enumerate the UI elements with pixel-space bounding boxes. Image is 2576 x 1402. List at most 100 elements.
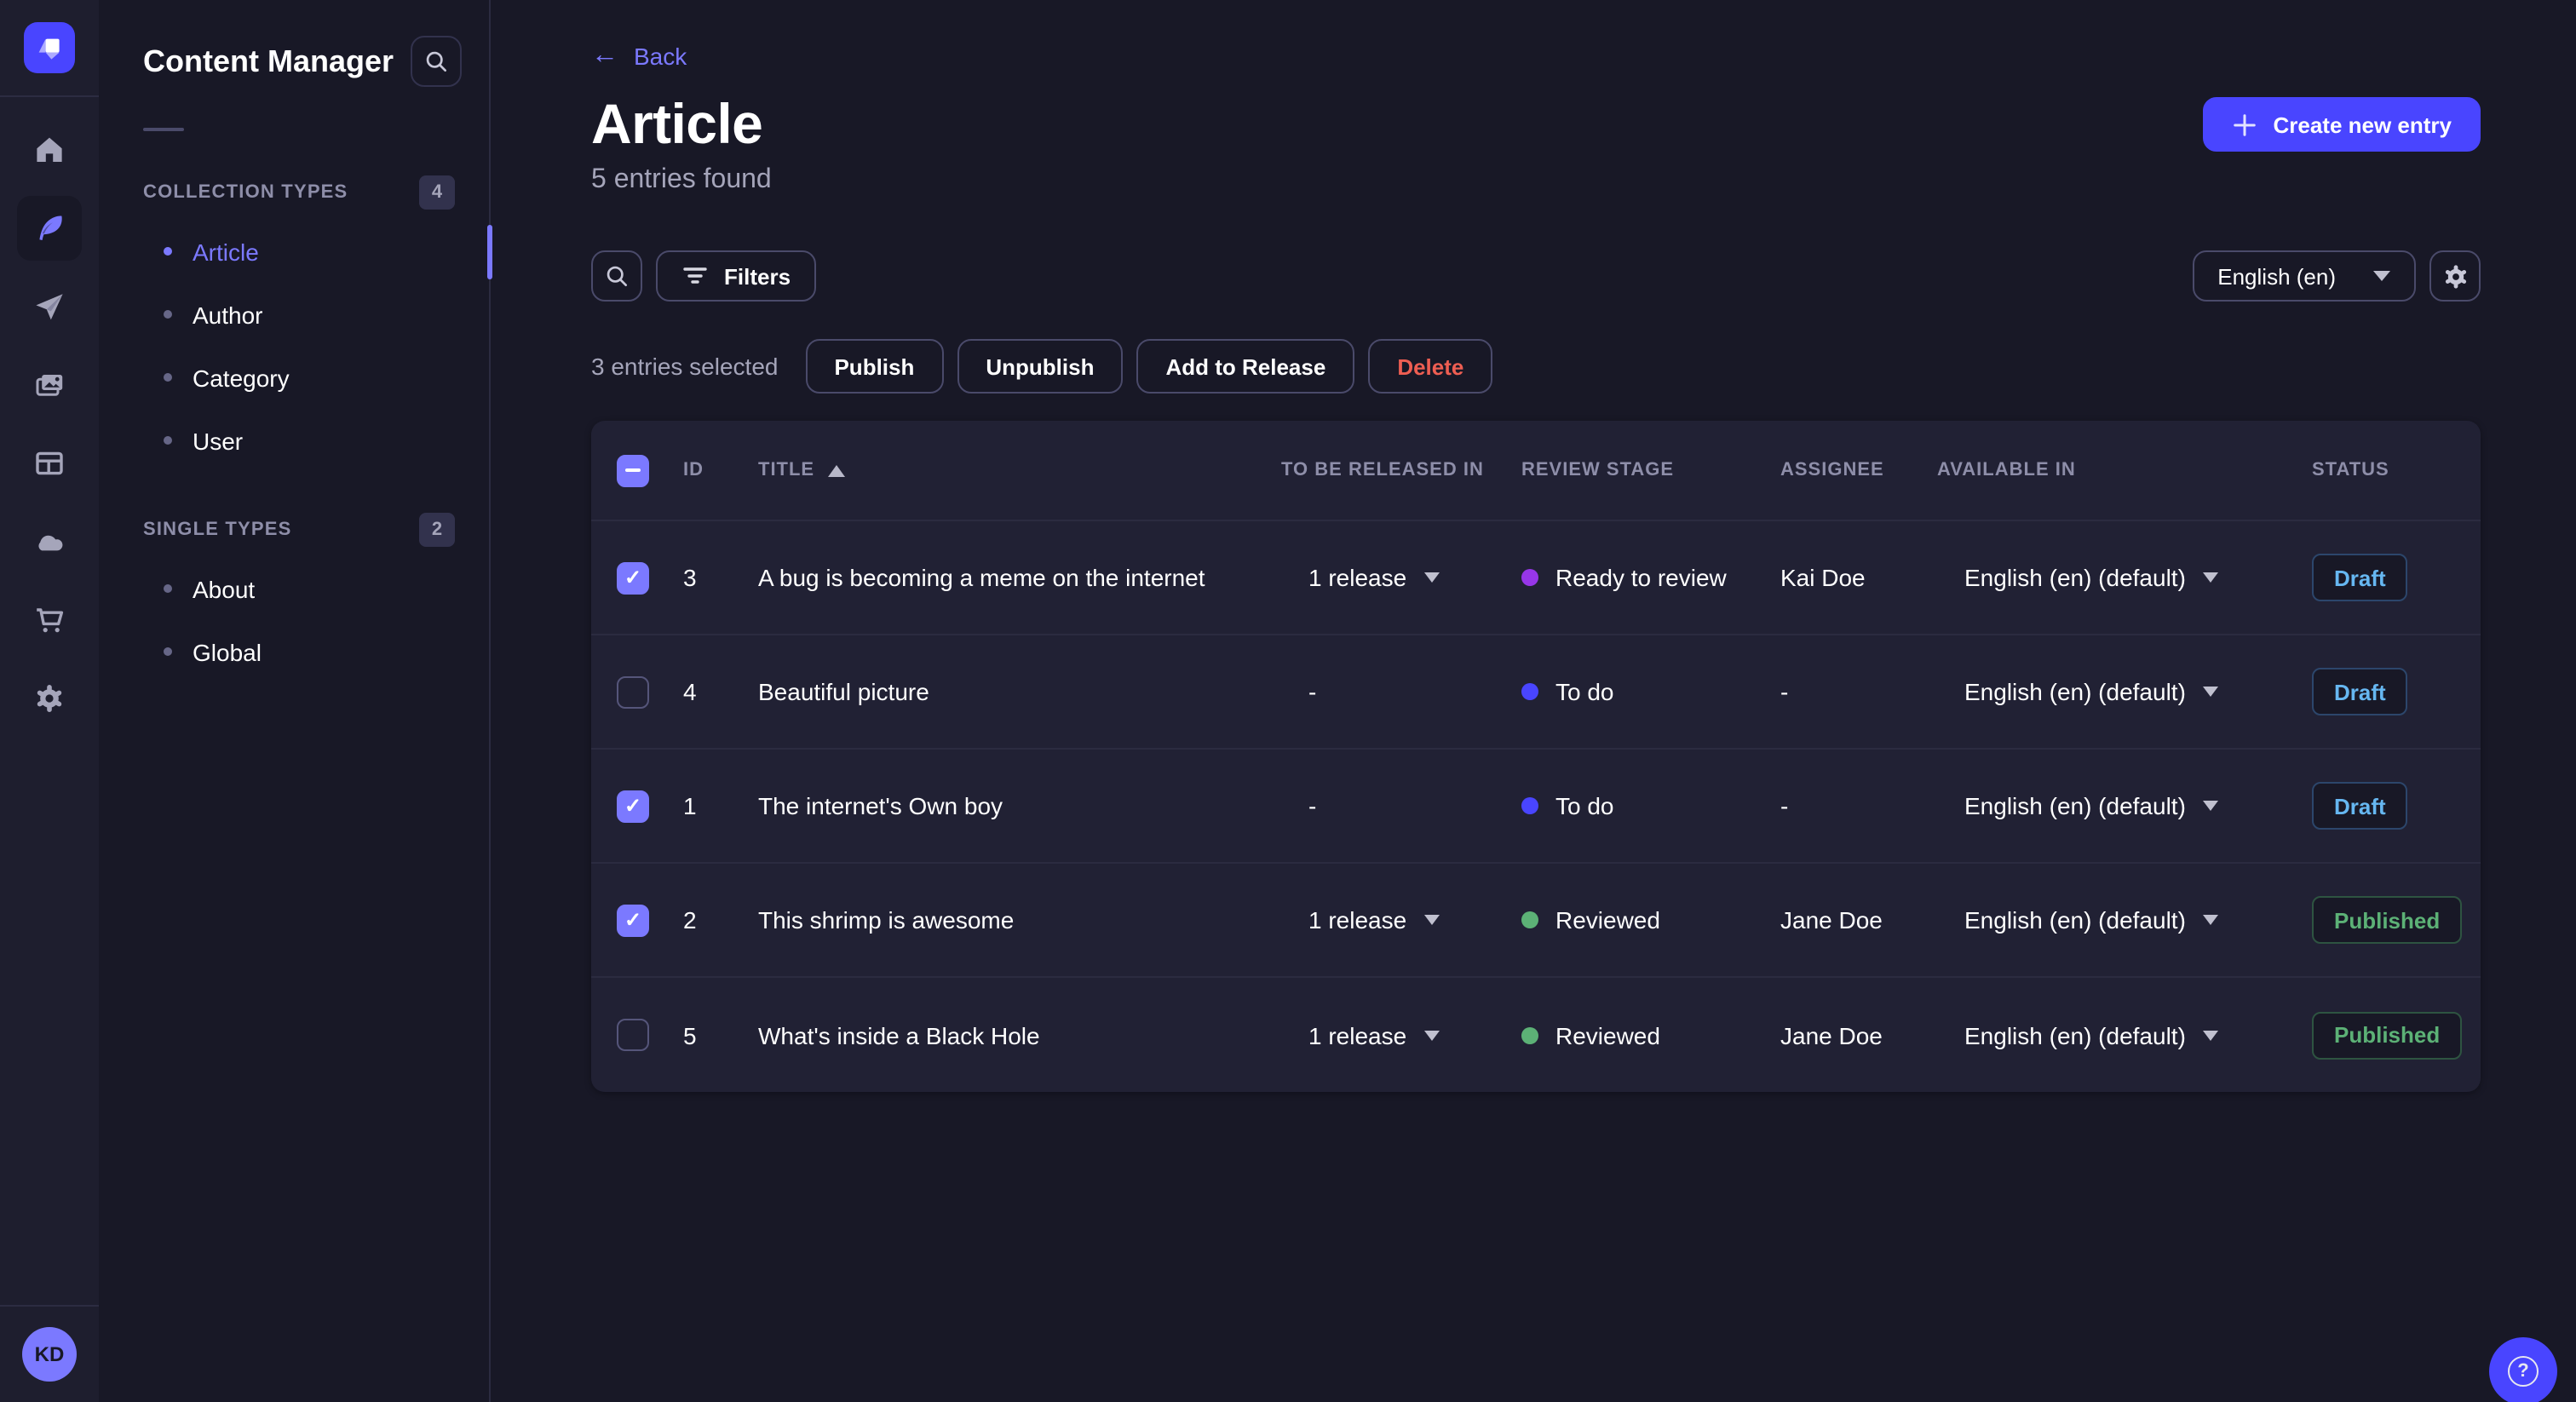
column-header-status[interactable]: STATUS <box>2312 460 2481 480</box>
strapi-logo[interactable] <box>24 22 75 73</box>
row-title: A bug is becoming a meme on the internet <box>758 564 1205 591</box>
publish-button[interactable]: Publish <box>805 339 944 394</box>
row-release[interactable]: 1 release <box>1274 564 1521 591</box>
row-assignee: - <box>1780 678 1789 705</box>
table-row[interactable]: ✓ 4 Beautiful picture - To do - English … <box>591 635 2481 750</box>
row-title: Beautiful picture <box>758 678 929 705</box>
add-to-release-button[interactable]: Add to Release <box>1136 339 1355 394</box>
column-header-review-stage[interactable]: REVIEW STAGE <box>1521 460 1780 480</box>
row-release[interactable]: 1 release <box>1274 906 1521 934</box>
row-locale[interactable]: English (en) (default) <box>1937 1021 2312 1049</box>
back-label: Back <box>634 43 687 70</box>
row-assignee: - <box>1780 792 1789 819</box>
stage-label: To do <box>1555 792 1614 819</box>
sidebar-item-label: Author <box>193 301 263 328</box>
chevron-down-icon <box>1423 572 1440 583</box>
row-release[interactable]: - <box>1274 792 1521 819</box>
search-icon <box>426 51 446 72</box>
selection-summary: 3 entries selected <box>591 353 779 380</box>
sidebar-item-article[interactable]: Article <box>99 220 492 283</box>
sidebar-item-cloud[interactable] <box>17 509 82 574</box>
row-checkbox[interactable]: ✓ <box>617 1019 649 1051</box>
chevron-down-icon <box>2202 915 2218 925</box>
bullet-icon <box>164 247 172 256</box>
sidebar-item-about[interactable]: About <box>99 557 489 620</box>
sidebar-item-media-library[interactable] <box>17 353 82 417</box>
chevron-down-icon <box>2202 801 2218 811</box>
sidebar-item-marketplace[interactable] <box>17 588 82 652</box>
row-release[interactable]: 1 release <box>1274 1021 1521 1049</box>
sidebar-item-user[interactable]: User <box>99 409 489 472</box>
selection-bar: 3 entries selected Publish Unpublish Add… <box>591 339 2481 394</box>
row-release[interactable]: - <box>1274 678 1521 705</box>
filters-button[interactable]: Filters <box>656 250 817 302</box>
stage-label: Reviewed <box>1555 906 1660 934</box>
create-new-entry-button[interactable]: Create new entry <box>2203 97 2481 152</box>
back-link[interactable]: ← Back <box>591 42 687 70</box>
delete-button[interactable]: Delete <box>1368 339 1493 394</box>
row-checkbox[interactable]: ✓ <box>617 561 649 594</box>
column-header-title[interactable]: TITLE <box>755 460 1274 480</box>
stage-label: To do <box>1555 678 1614 705</box>
sidebar-item-content-type-builder[interactable] <box>17 431 82 496</box>
table-row[interactable]: ✓ 1 The internet's Own boy - To do - Eng… <box>591 750 2481 864</box>
sidebar-item-releases[interactable] <box>17 274 82 339</box>
sidebar-item-label: User <box>193 427 244 454</box>
sidebar-item-home[interactable] <box>17 118 82 182</box>
column-header-label: TITLE <box>758 460 815 480</box>
sidebar-title: Content Manager <box>143 43 394 78</box>
row-checkbox[interactable]: ✓ <box>617 790 649 822</box>
column-header-id[interactable]: ID <box>670 460 755 480</box>
stage-dot <box>1521 569 1538 586</box>
section-count-badge: 2 <box>419 513 455 547</box>
unpublish-button[interactable]: Unpublish <box>957 339 1124 394</box>
table-row[interactable]: ✓ 5 What's inside a Black Hole 1 release… <box>591 978 2481 1092</box>
view-settings-button[interactable] <box>2429 250 2481 302</box>
help-button[interactable]: ? <box>2489 1337 2557 1402</box>
stage-dot <box>1521 911 1538 928</box>
row-review-stage: Reviewed <box>1521 1021 1780 1049</box>
sidebar-item-content-manager[interactable] <box>17 196 82 261</box>
column-header-release[interactable]: TO BE RELEASED IN <box>1274 460 1521 480</box>
select-all-checkbox[interactable] <box>617 454 649 486</box>
locale-select[interactable]: English (en) <box>2192 250 2416 302</box>
release-value: - <box>1308 678 1317 705</box>
status-badge: Draft <box>2312 668 2408 715</box>
sidebar-item-global[interactable]: Global <box>99 620 489 683</box>
column-header-available-in[interactable]: AVAILABLE IN <box>1937 460 2312 480</box>
row-checkbox[interactable]: ✓ <box>617 904 649 936</box>
chevron-down-icon <box>1423 915 1440 925</box>
indeterminate-icon <box>625 468 641 472</box>
bullet-icon <box>164 436 172 445</box>
table-row[interactable]: ✓ 3 A bug is becoming a meme on the inte… <box>591 521 2481 635</box>
check-icon: ✓ <box>624 908 642 932</box>
row-status: Draft <box>2312 782 2481 830</box>
avatar[interactable]: KD <box>22 1327 77 1382</box>
paper-plane-icon <box>36 294 63 320</box>
chevron-down-icon <box>2202 572 2218 583</box>
search-button[interactable] <box>591 250 642 302</box>
gear-icon <box>2444 264 2466 288</box>
search-icon <box>607 266 627 286</box>
locale-value: English (en) (default) <box>1964 678 2186 705</box>
section-label: SINGLE TYPES <box>143 520 292 540</box>
sidebar-item-label: Article <box>193 238 259 265</box>
row-assignee: Jane Doe <box>1780 906 1883 934</box>
row-locale[interactable]: English (en) (default) <box>1937 906 2312 934</box>
sidebar-item-author[interactable]: Author <box>99 283 489 346</box>
active-indicator <box>487 224 492 279</box>
sidebar-item-label: Global <box>193 638 262 665</box>
release-value: 1 release <box>1308 564 1407 591</box>
row-locale[interactable]: English (en) (default) <box>1937 678 2312 705</box>
column-header-assignee[interactable]: ASSIGNEE <box>1780 460 1937 480</box>
sidebar-search-button[interactable] <box>411 36 462 87</box>
section-label: COLLECTION TYPES <box>143 182 348 203</box>
sidebar-item-category[interactable]: Category <box>99 346 489 409</box>
row-locale[interactable]: English (en) (default) <box>1937 792 2312 819</box>
release-value: - <box>1308 792 1317 819</box>
table-row[interactable]: ✓ 2 This shrimp is awesome 1 release Rev… <box>591 864 2481 978</box>
row-locale[interactable]: English (en) (default) <box>1937 564 2312 591</box>
sidebar-item-settings[interactable] <box>17 666 82 731</box>
row-checkbox[interactable]: ✓ <box>617 675 649 708</box>
chevron-down-icon <box>2202 687 2218 697</box>
